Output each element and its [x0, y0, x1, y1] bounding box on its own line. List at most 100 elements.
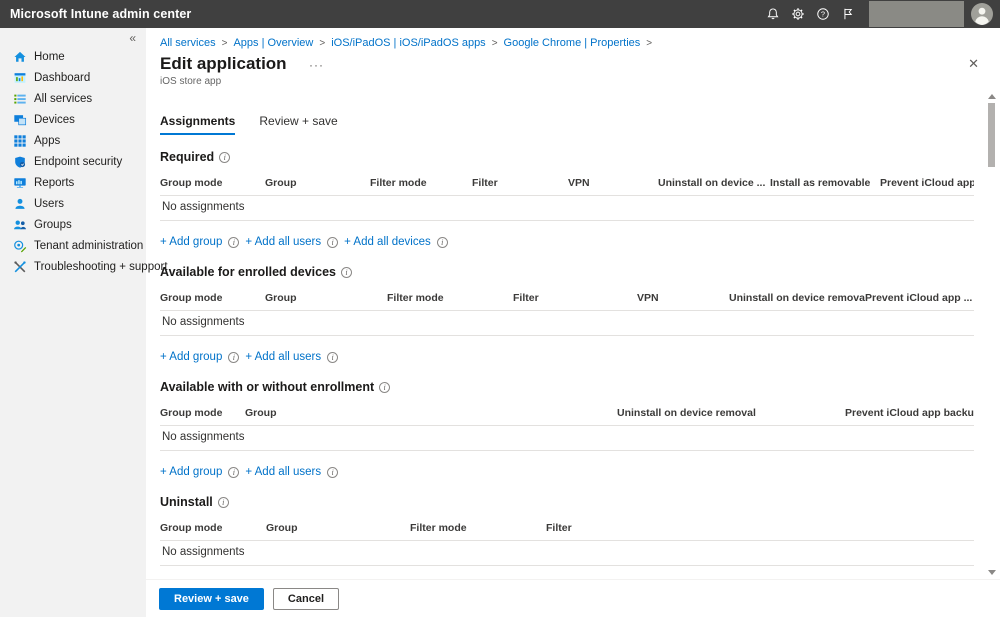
- column-header-group-mode: Group mode: [160, 292, 265, 304]
- assignment-sections: RequirediGroup modeGroupFilter modeFilte…: [160, 150, 974, 579]
- avatar[interactable]: [964, 0, 1000, 28]
- app-title: Microsoft Intune admin center: [0, 7, 191, 21]
- info-icon[interactable]: i: [228, 352, 239, 363]
- info-icon[interactable]: i: [327, 467, 338, 478]
- sidebar-item-reports[interactable]: Reports: [0, 172, 146, 193]
- review-save-button[interactable]: Review + save: [159, 588, 264, 610]
- footer-bar: Review + save Cancel: [146, 579, 1000, 617]
- breadcrumb-separator: >: [222, 38, 228, 49]
- info-icon[interactable]: i: [379, 382, 390, 393]
- tab-assignments[interactable]: Assignments: [160, 114, 235, 135]
- info-icon[interactable]: i: [327, 352, 338, 363]
- section-available-for-enrolled-devices: Available for enrolled devices i Group mod…: [160, 265, 974, 363]
- add-links-row: + Add group i + Add all users i: [160, 466, 974, 478]
- gear-icon[interactable]: [785, 0, 810, 28]
- info-icon[interactable]: i: [218, 497, 229, 508]
- empty-row-text: No assignments: [162, 431, 244, 443]
- info-icon[interactable]: i: [228, 237, 239, 248]
- all-services-icon: [13, 92, 27, 106]
- add-all-devices-link[interactable]: + Add all devices: [344, 236, 431, 248]
- sidebar-item-tenant-administration[interactable]: Tenant administration: [0, 235, 146, 256]
- help-icon[interactable]: ?: [810, 0, 835, 28]
- add-links-row: + Add group i + Add all users i: [160, 351, 974, 363]
- info-icon[interactable]: i: [437, 237, 448, 248]
- sidebar-item-dashboard[interactable]: Dashboard: [0, 67, 146, 88]
- section-title: Available for enrolled devices: [160, 265, 336, 279]
- vertical-scrollbar: [987, 94, 997, 575]
- add-all-users-link[interactable]: + Add all users: [245, 236, 321, 248]
- apps-icon: [13, 134, 27, 148]
- sidebar-item-all-services[interactable]: All services: [0, 88, 146, 109]
- sidebar-item-apps[interactable]: Apps: [0, 130, 146, 151]
- breadcrumb-link-all-services[interactable]: All services: [160, 37, 216, 49]
- sidebar-item-label: Tenant administration: [34, 240, 143, 252]
- column-header-filter-mode: Filter mode: [410, 522, 546, 534]
- column-header-prevent-icloud-app-backup: Prevent iCloud app backup: [845, 407, 974, 419]
- breadcrumb-link-apps-overview[interactable]: Apps | Overview: [233, 37, 313, 49]
- section-title-row: Uninstalli: [160, 495, 974, 509]
- add-group-link[interactable]: + Add group: [160, 466, 222, 478]
- close-icon[interactable]: ✕: [968, 56, 979, 72]
- dashboard-icon: [13, 71, 27, 85]
- cancel-button[interactable]: Cancel: [273, 588, 339, 610]
- column-header-prevent-icloud-app: Prevent iCloud app ...: [865, 292, 974, 304]
- empty-row-text: No assignments: [162, 201, 244, 213]
- info-icon[interactable]: i: [228, 467, 239, 478]
- scrollbar-thumb[interactable]: [988, 103, 995, 167]
- topbar-actions: ?: [760, 0, 1000, 28]
- sidebar-nav: Home Dashboard All services Devices Apps Endp…: [0, 28, 146, 277]
- info-icon[interactable]: i: [327, 237, 338, 248]
- column-header-vpn: VPN: [637, 292, 729, 304]
- sidebar-collapse-icon[interactable]: «: [129, 31, 136, 45]
- section-title-row: Available with or without enrollmenti: [160, 380, 974, 394]
- devices-icon: [13, 113, 27, 127]
- sidebar-item-devices[interactable]: Devices: [0, 109, 146, 130]
- add-all-users-link[interactable]: + Add all users: [245, 351, 321, 363]
- table-empty-row: No assignments: [160, 541, 974, 566]
- more-options-icon[interactable]: ···: [309, 58, 324, 72]
- sidebar-item-troubleshooting-support[interactable]: Troubleshooting + support: [0, 256, 146, 277]
- breadcrumb-link-ios-ipados-ios-ipados-apps[interactable]: iOS/iPadOS | iOS/iPadOS apps: [331, 37, 485, 49]
- scroll-up-icon[interactable]: [988, 94, 996, 99]
- sidebar-item-label: Endpoint security: [34, 156, 122, 168]
- add-all-users-link[interactable]: + Add all users: [245, 466, 321, 478]
- breadcrumb-link-google-chrome-properties[interactable]: Google Chrome | Properties: [504, 37, 641, 49]
- feedback-icon[interactable]: [835, 0, 860, 28]
- troubleshooting-icon: [13, 260, 27, 274]
- svg-text:?: ?: [820, 10, 824, 19]
- table-header-row: Group modeGroupFilter modeFilterVPNUnins…: [160, 292, 974, 311]
- sidebar: « Home Dashboard All services Devices Apps En…: [0, 28, 146, 617]
- breadcrumb-separator: >: [492, 38, 498, 49]
- table-header-row: Group modeGroupUninstall on device remov…: [160, 407, 974, 426]
- bell-icon[interactable]: [760, 0, 785, 28]
- tenant-administration-icon: [13, 239, 27, 253]
- sidebar-item-home[interactable]: Home: [0, 46, 146, 67]
- page-header: Edit application ··· ✕: [146, 54, 1000, 74]
- info-icon[interactable]: i: [341, 267, 352, 278]
- column-header-install-as-removable: Install as removable: [770, 177, 880, 189]
- scroll-down-icon[interactable]: [988, 570, 996, 575]
- endpoint-security-icon: [13, 155, 27, 169]
- column-header-group-mode: Group mode: [160, 177, 265, 189]
- sidebar-item-users[interactable]: Users: [0, 193, 146, 214]
- sidebar-item-endpoint-security[interactable]: Endpoint security: [0, 151, 146, 172]
- sidebar-item-label: Devices: [34, 114, 75, 126]
- column-header-uninstall-on-device-removal: Uninstall on device removal: [729, 292, 865, 304]
- account-info-redacted: [869, 1, 964, 27]
- empty-row-text: No assignments: [162, 316, 244, 328]
- column-header-uninstall-on-device: Uninstall on device ...: [658, 177, 770, 189]
- add-links-row: + Add group i + Add all users i + Add all de…: [160, 236, 974, 248]
- add-group-link[interactable]: + Add group: [160, 351, 222, 363]
- tab-bar: Assignments Review + save: [160, 114, 974, 135]
- sidebar-item-groups[interactable]: Groups: [0, 214, 146, 235]
- column-header-vpn: VPN: [568, 177, 658, 189]
- column-header-filter: Filter: [513, 292, 637, 304]
- sidebar-item-label: Dashboard: [34, 72, 90, 84]
- sidebar-item-label: Home: [34, 51, 65, 63]
- add-group-link[interactable]: + Add group: [160, 236, 222, 248]
- section-available-with-or-without-enrollment: Available with or without enrollmenti Gro…: [160, 380, 974, 478]
- table-empty-row: No assignments: [160, 426, 974, 451]
- sidebar-item-label: Groups: [34, 219, 72, 231]
- tab-review-save[interactable]: Review + save: [259, 114, 337, 135]
- info-icon[interactable]: i: [219, 152, 230, 163]
